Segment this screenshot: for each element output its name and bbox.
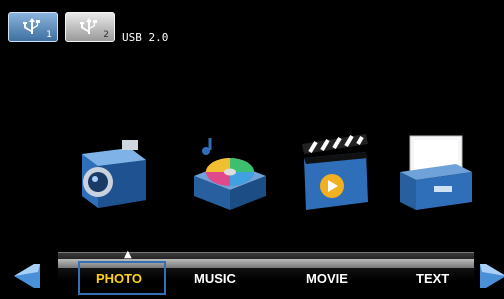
media-tab-bar: ▲ PHOTO MUSIC MOVIE TEXT: [58, 249, 474, 299]
tab-movie[interactable]: MOVIE: [306, 271, 348, 286]
arrow-right-icon: [480, 264, 504, 288]
tab-text[interactable]: TEXT: [416, 271, 449, 286]
usb-port-1-button[interactable]: 1: [8, 12, 58, 42]
tab-music[interactable]: MUSIC: [194, 271, 236, 286]
tab-photo[interactable]: PHOTO: [96, 271, 142, 286]
usb-port-number: 1: [46, 30, 52, 40]
scroll-right-button[interactable]: [478, 262, 504, 290]
usb-port-2-button[interactable]: 2: [65, 12, 115, 42]
clapperboard-icon[interactable]: [296, 132, 376, 212]
usb-icon: [23, 18, 40, 34]
usb-port-number: 2: [103, 30, 109, 40]
scroll-left-button[interactable]: [12, 262, 42, 290]
file-cabinet-icon[interactable]: [396, 132, 476, 212]
music-disc-icon[interactable]: [190, 132, 270, 212]
arrow-left-icon: [14, 264, 40, 288]
usb-version-label: USB 2.0: [122, 31, 169, 44]
camera-icon[interactable]: [74, 132, 154, 212]
caret-up-icon: ▲: [124, 249, 132, 260]
usb-icon: [80, 18, 97, 34]
